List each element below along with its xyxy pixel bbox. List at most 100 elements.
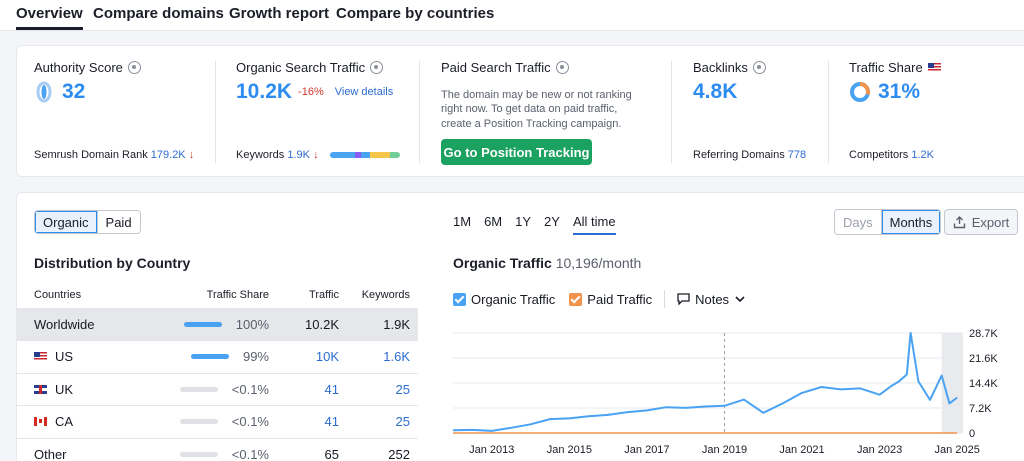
- backlinks-title: Backlinks: [693, 60, 748, 75]
- time-range-selector: 1M 6M 1Y 2Y All time: [453, 214, 616, 235]
- days-button[interactable]: Days: [835, 210, 881, 234]
- share-value: <0.1%: [231, 414, 269, 430]
- organic-traffic-line: [453, 332, 958, 432]
- keywords-value[interactable]: 25: [347, 373, 418, 406]
- notes-dropdown[interactable]: Notes: [677, 292, 745, 307]
- y-tick-label: 7.2K: [969, 403, 992, 415]
- traffic-value: 10.2K: [277, 308, 347, 341]
- paid-toggle-button[interactable]: Paid: [96, 211, 140, 233]
- x-tick-label: Jan 2021: [779, 444, 824, 456]
- globe-icon: [370, 61, 384, 74]
- ca-flag-icon: [34, 417, 47, 427]
- y-tick-label: 14.4K: [969, 378, 998, 390]
- organic-traffic-value[interactable]: 10.2K: [236, 80, 292, 104]
- months-button[interactable]: Months: [880, 210, 941, 234]
- competitors-value[interactable]: 1.2K: [911, 149, 934, 161]
- distribution-table: Countries Traffic Share Traffic Keywords…: [17, 283, 418, 461]
- col-traffic-share: Traffic Share: [157, 283, 277, 309]
- traffic-value[interactable]: 41: [277, 373, 347, 406]
- globe-icon: [555, 61, 569, 74]
- country-name: UK: [55, 381, 74, 397]
- country-name: Other: [17, 438, 157, 461]
- main-card: Organic Paid Distribution by Country Cou…: [16, 192, 1024, 461]
- divider: [671, 61, 672, 163]
- export-label: Export: [971, 214, 1010, 230]
- authority-score-title: Authority Score: [34, 60, 123, 75]
- table-row[interactable]: US 99% 10K 1.6K: [17, 340, 418, 374]
- tab-overview[interactable]: Overview: [16, 5, 83, 30]
- table-row[interactable]: CA <0.1% 41 25: [17, 405, 418, 439]
- incomplete-data-region: [941, 333, 963, 433]
- share-bar: [179, 386, 218, 392]
- share-bar: [179, 451, 218, 457]
- traffic-share-metric: Traffic Share 31% Competitors 1.2K: [849, 60, 941, 161]
- keywords-value[interactable]: 1.6K: [347, 340, 418, 374]
- go-to-position-tracking-button[interactable]: Go to Position Tracking: [441, 139, 592, 165]
- range-all-time[interactable]: All time: [572, 214, 616, 235]
- traffic-value[interactable]: 41: [277, 405, 347, 439]
- col-countries: Countries: [17, 283, 157, 309]
- table-row[interactable]: Worldwide 100% 10.2K 1.9K: [17, 308, 418, 341]
- keywords-value: 252: [347, 438, 418, 461]
- range-6m[interactable]: 6M: [484, 214, 502, 235]
- paid-traffic-title: Paid Search Traffic: [441, 60, 551, 75]
- legend-organic-traffic[interactable]: Organic Traffic: [453, 292, 555, 307]
- range-2y[interactable]: 2Y: [544, 214, 560, 235]
- comment-icon: [677, 293, 690, 305]
- tab-compare-domains[interactable]: Compare domains: [93, 5, 224, 22]
- paid-traffic-metric: Paid Search Traffic The domain may be ne…: [441, 60, 646, 131]
- traffic-share-title: Traffic Share: [849, 60, 923, 75]
- table-row[interactable]: UK <0.1% 41 25: [17, 373, 418, 406]
- share-value: 99%: [242, 349, 269, 365]
- col-traffic: Traffic: [277, 283, 347, 309]
- organic-traffic-metric: Organic Search Traffic 10.2K -16% View d…: [236, 60, 400, 161]
- period-toggle: Days Months: [834, 209, 942, 235]
- share-bar: [190, 354, 229, 360]
- summary-card: Authority Score 32 Semrush Domain Rank 1…: [16, 45, 1024, 177]
- traffic-share-value[interactable]: 31%: [878, 80, 920, 104]
- checkbox-checked-icon: [569, 292, 583, 306]
- x-tick-label: Jan 2013: [469, 444, 514, 456]
- referring-domains-value[interactable]: 778: [788, 149, 806, 161]
- globe-icon: [127, 61, 141, 74]
- export-button[interactable]: Export: [944, 209, 1018, 235]
- keywords-distribution-bar: [329, 152, 400, 159]
- range-1m[interactable]: 1M: [453, 214, 471, 235]
- organic-toggle-button[interactable]: Organic: [35, 211, 97, 233]
- keywords-label: Keywords: [236, 149, 285, 161]
- col-keywords: Keywords: [347, 283, 418, 309]
- domain-rank-value[interactable]: 179.2K: [151, 149, 186, 161]
- view-details-link[interactable]: View details: [335, 86, 394, 98]
- divider: [419, 61, 420, 163]
- legend-paid-traffic[interactable]: Paid Traffic: [569, 292, 652, 307]
- authority-ring-icon: [36, 81, 52, 103]
- globe-icon: [752, 61, 766, 74]
- range-1y[interactable]: 1Y: [515, 214, 531, 235]
- backlinks-metric: Backlinks 4.8K Referring Domains 778: [693, 60, 806, 161]
- table-row[interactable]: Other <0.1% 65 252: [17, 438, 418, 461]
- backlinks-value[interactable]: 4.8K: [693, 80, 737, 104]
- uk-flag-icon: [34, 384, 47, 394]
- organic-paid-toggle: Organic Paid: [34, 210, 141, 234]
- donut-chart-icon: [850, 82, 870, 102]
- country-name: Worldwide: [17, 308, 157, 341]
- top-nav: Overview Compare domains Growth report C…: [0, 0, 1024, 31]
- competitors-label: Competitors: [849, 149, 909, 161]
- x-tick-label: Jan 2025: [935, 444, 980, 456]
- organic-traffic-chart: 28.7K 21.6K 14.4K 7.2K 0 Jan 2013 Jan 2015 Jan…: [453, 328, 998, 456]
- tab-compare-by-countries[interactable]: Compare by countries: [336, 5, 494, 22]
- organic-traffic-monthly-value: 10,196/month: [555, 255, 642, 271]
- divider: [664, 290, 666, 308]
- keywords-value[interactable]: 1.9K: [287, 149, 310, 161]
- authority-score-metric: Authority Score 32 Semrush Domain Rank 1…: [34, 60, 194, 161]
- share-value: 100%: [235, 316, 269, 332]
- authority-score-value[interactable]: 32: [62, 80, 85, 104]
- distribution-title: Distribution by Country: [34, 255, 191, 271]
- x-tick-label: Jan 2019: [702, 444, 747, 456]
- x-tick-label: Jan 2015: [547, 444, 592, 456]
- traffic-value[interactable]: 10K: [277, 340, 347, 374]
- share-value: <0.1%: [231, 446, 269, 461]
- us-flag-icon: [34, 352, 47, 362]
- tab-growth-report[interactable]: Growth report: [229, 5, 329, 22]
- keywords-value[interactable]: 25: [347, 405, 418, 439]
